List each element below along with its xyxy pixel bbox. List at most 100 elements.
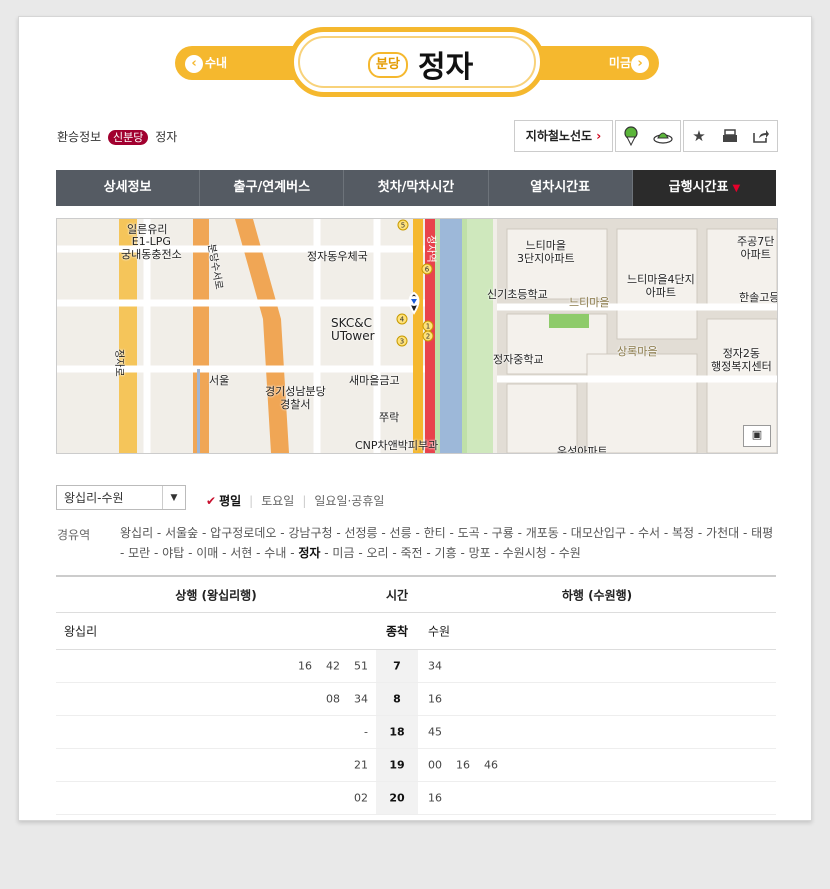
via-stations-after: - 미금 - 오리 - 죽전 - 기흥 - 망포 - 수원시청 - 수원 [324, 546, 581, 560]
map-label-tollgate: 서울 [209, 374, 230, 387]
map-label-bottom-cut: 우성아파트 [557, 445, 608, 454]
caret-down-icon: ▼ [732, 183, 741, 194]
check-icon: ✔ [206, 494, 217, 508]
down-minutes: 16 [428, 692, 442, 706]
map-label-sinki-school: 신기초등학교 [487, 288, 548, 301]
up-minutes: 16 42 51 [298, 659, 368, 673]
tab-label: 열차시간표 [530, 180, 591, 195]
map-label-jugong: 주공7단 아파트 [737, 235, 775, 261]
timetable-header: 상행 (왕십리행) 시간 하행 (수원행) [56, 577, 776, 613]
map-label-hansol: 한솔고등 [739, 291, 778, 304]
map-label-sangrok: 상록마을 [617, 345, 658, 358]
timetable-subheader: 왕십리 종착 수원 [56, 613, 776, 650]
pin-green-icon[interactable] [616, 121, 646, 151]
exit-4-number: 4 [400, 316, 405, 324]
day-weekday[interactable]: 평일 [219, 494, 241, 508]
share-icon[interactable] [746, 121, 776, 151]
station-title: 정자 [418, 50, 474, 85]
map-label-skc: SKC&C UTower [331, 316, 375, 343]
star-icon[interactable]: ★ [684, 121, 714, 151]
map-label-nuti3: 느티마을 3단지아파트 [517, 239, 575, 265]
table-row: 02 20 16 [56, 782, 776, 815]
down-minutes: 16 [428, 791, 442, 805]
tab-bar: 상세정보 출구/연계버스 첫차/막차시간 열차시간표 급행시간표 ▼ [56, 170, 777, 206]
express-timetable: 상행 (왕십리행) 시간 하행 (수원행) 왕십리 종착 수원 16 42 51… [56, 575, 776, 815]
hour-subheader: 종착 [385, 624, 409, 639]
exit-5-number: 5 [401, 222, 405, 230]
print-icon[interactable] [715, 121, 745, 151]
breadcrumb-line-badge: 신분당 [108, 130, 149, 145]
map-label-nutimaeul: 느티마을 [569, 296, 610, 309]
tab-label: 급행시간표 [668, 180, 729, 195]
table-row: - 18 45 [56, 716, 776, 749]
expand-icon: ▣ [751, 428, 763, 441]
down-header: 하행 (수원행) [561, 588, 633, 602]
subway-map-button[interactable]: 지하철노선도 › [514, 120, 613, 152]
day-saturday[interactable]: 토요일 [261, 494, 294, 508]
up-minutes: 21 [354, 758, 368, 772]
tab-express-timetable[interactable]: 급행시간표 ▼ [632, 170, 777, 206]
down-destination: 수원 [428, 624, 451, 639]
up-destination: 왕십리 [64, 624, 98, 639]
tab-exits-bus[interactable]: 출구/연계버스 [200, 170, 345, 206]
direction-select[interactable]: 왕십리-수원 ▼ [56, 485, 186, 510]
hour-cell: 18 [389, 725, 405, 739]
up-minutes: - [364, 725, 368, 739]
hour-cell: 20 [389, 791, 405, 805]
subway-map-label: 지하철노선도 [525, 129, 593, 143]
station-header: 분당 정자 [289, 27, 545, 97]
map-label-saemaeul: 새마을금고 [349, 374, 400, 387]
exit-2-number: 2 [426, 333, 430, 341]
down-minutes: 45 [428, 725, 442, 739]
tab-label: 첫차/막차시간 [377, 180, 455, 195]
map-label-post-office: 정자동우체국 [307, 250, 368, 263]
map-expand-button[interactable]: ▣ [743, 425, 771, 447]
tab-timetable[interactable]: 열차시간표 [489, 170, 633, 206]
up-header: 상행 (왕십리행) [175, 588, 257, 602]
prev-station-label: 수내 [205, 56, 228, 70]
tool-group-1 [615, 120, 681, 152]
map-label-jeongja2dong: 정자2동 행정복지센터 [711, 347, 772, 373]
line-badge: 분당 [368, 52, 408, 78]
map-label-jeongja-middle: 정자중학교 [493, 353, 544, 366]
chevron-right-icon: › [596, 129, 602, 143]
table-row: 16 42 51 7 34 [56, 650, 776, 683]
tab-details[interactable]: 상세정보 [56, 170, 201, 206]
via-station-list: 왕십리 - 서울숲 - 압구정로데오 - 강남구청 - 선정릉 - 선릉 - 한… [120, 523, 780, 563]
up-minutes: 08 34 [326, 692, 368, 706]
via-current-station: 정자 [298, 546, 321, 560]
chevron-right-icon: › [631, 55, 649, 73]
exit-3-number: 3 [400, 338, 404, 346]
hour-cell: 7 [393, 659, 401, 673]
exit-6-number: 6 [425, 266, 430, 274]
direction-select-value: 왕십리-수원 [64, 491, 124, 505]
hour-cell: 8 [393, 692, 401, 706]
up-minutes: 02 [354, 791, 368, 805]
tab-first-last-train[interactable]: 첫차/막차시간 [344, 170, 489, 206]
breadcrumb: 환승정보 신분당 정자 [57, 128, 177, 145]
map-label-lpg: E1-LPG 궁내동충전소 [121, 235, 182, 261]
day-sunday-holiday[interactable]: 일요일·공휴일 [314, 494, 384, 508]
ufo-icon[interactable] [648, 121, 678, 151]
down-minutes: 00 16 46 [428, 758, 498, 772]
table-row: 08 34 8 16 [56, 683, 776, 716]
breadcrumb-root[interactable]: 환승정보 [57, 130, 101, 144]
chevron-left-icon: ‹ [185, 55, 203, 73]
day-filter: ✔ 평일 | 토요일 | 일요일·공휴일 [206, 494, 385, 508]
map-label-road-jeongja: 정자로 [113, 349, 124, 377]
exit-1-number: 1 [426, 323, 430, 331]
hour-header: 시간 [385, 588, 409, 602]
tab-label: 상세정보 [103, 180, 152, 195]
map-label-police: 경기성남분당 경찰서 [265, 385, 326, 411]
via-label: 경유역 [57, 528, 91, 542]
station-map[interactable]: 5 6 4 1 2 3 일른유리 E1-LPG 궁내동충전소 정자동우체국 SK… [56, 218, 778, 454]
tab-label: 출구/연계버스 [233, 180, 311, 195]
next-station-button[interactable]: 미금 › [529, 46, 659, 80]
tool-group-2: ★ [683, 120, 778, 152]
chevron-down-icon: ▼ [162, 486, 185, 509]
table-row: 21 19 00 16 46 [56, 749, 776, 782]
map-label-jjuk: 쭈락 [379, 411, 400, 424]
page-frame: ‹ 수내 미금 › 분당 정자 환승정보 신분당 정자 지하철노선도 › ★ 상… [18, 16, 812, 821]
map-label-nuti4: 느티마을4단지 아파트 [627, 273, 695, 299]
hour-cell: 19 [389, 758, 405, 772]
